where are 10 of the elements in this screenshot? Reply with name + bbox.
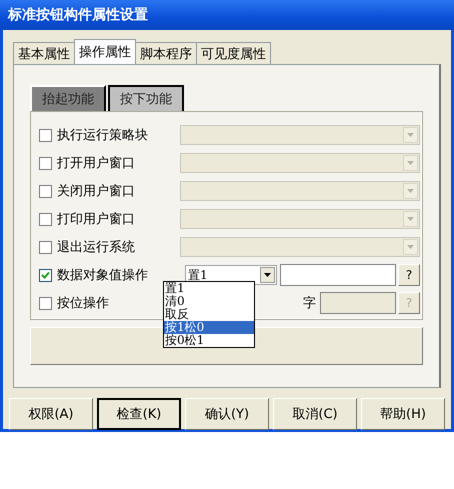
checkbox-label: 退出运行系统 <box>57 239 135 256</box>
dropdown-value: 置1 <box>187 266 208 284</box>
field-label: 字 <box>303 295 316 312</box>
checkbox-label: 打印用户窗口 <box>57 211 135 228</box>
checkbox-label: 关闭用户窗口 <box>57 183 135 200</box>
checkbox-label: 按位操作 <box>57 295 109 312</box>
checkbox-label: 执行运行策略块 <box>57 127 148 144</box>
window-title: 标准按钮构件属性设置 <box>6 6 148 24</box>
checkbox-label: 数据对象值操作 <box>57 267 148 284</box>
checkbox-label: 打开用户窗口 <box>57 155 135 172</box>
